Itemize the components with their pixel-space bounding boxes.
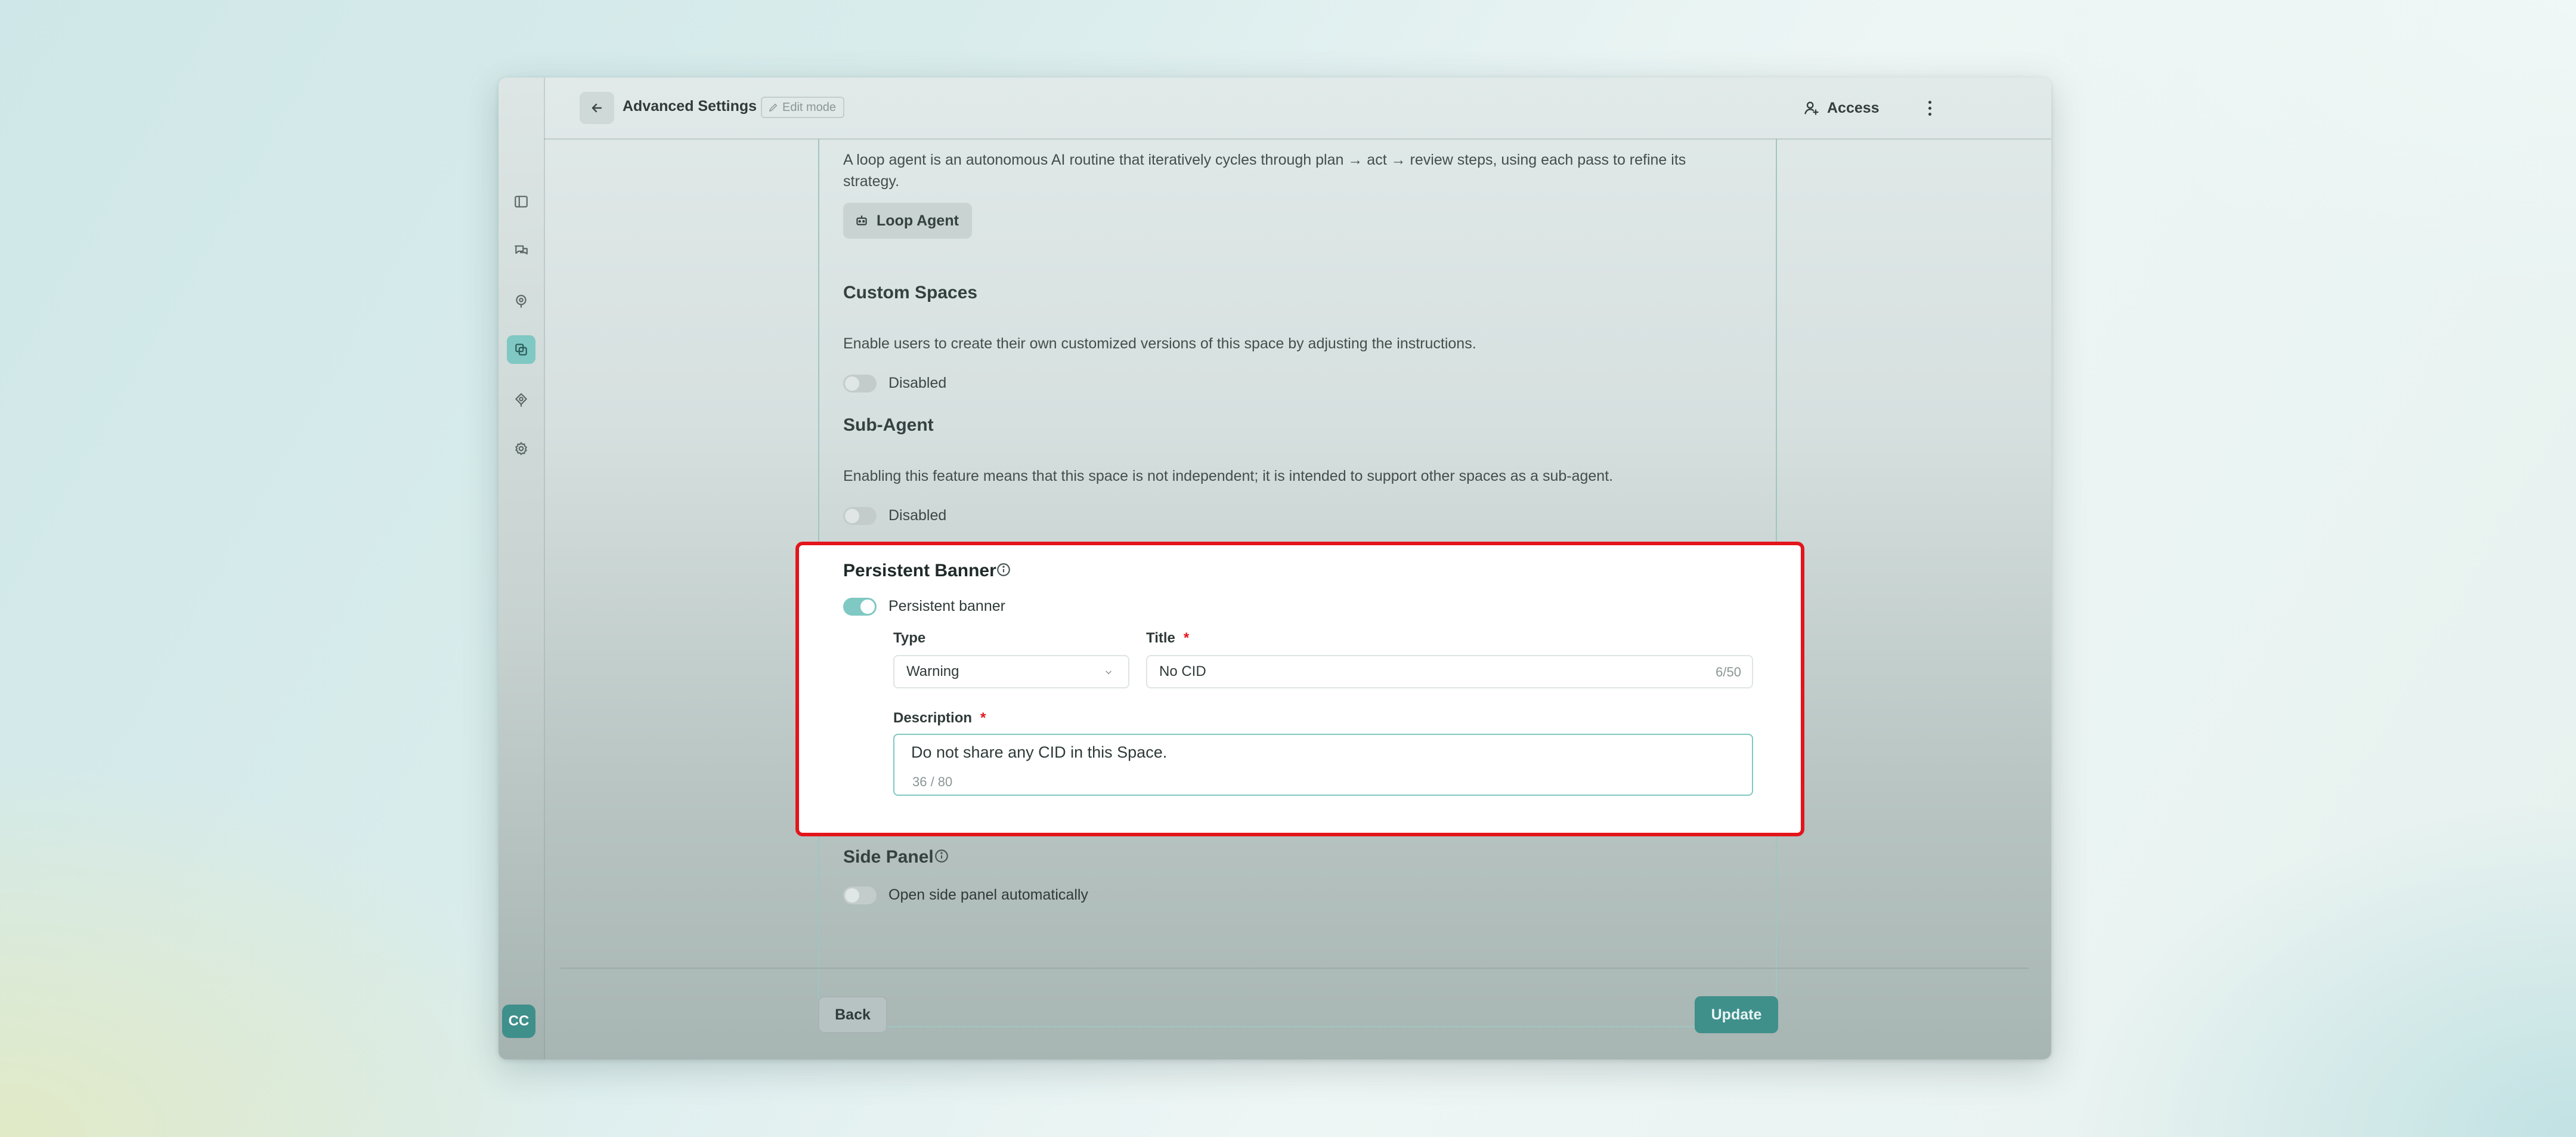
type-select[interactable]: Warning [893, 655, 1129, 688]
loop-agent-chip-label: Loop Agent [877, 212, 959, 229]
persistent-banner-toggle[interactable] [843, 598, 877, 616]
description-textarea-value: Do not share any CID in this Space. [911, 743, 1168, 761]
robot-icon [856, 215, 867, 225]
access-button[interactable]: Access [1803, 95, 1880, 121]
sub-agent-toggle-label: Disabled [888, 507, 947, 524]
sidebar-toggle-icon[interactable] [507, 187, 535, 216]
arrow-left-icon [592, 103, 602, 113]
page-header: Advanced Settings Edit mode Access [544, 78, 2051, 140]
info-icon[interactable] [996, 562, 1011, 577]
side-panel-toggle[interactable] [843, 886, 877, 904]
access-label: Access [1827, 99, 1880, 116]
description-char-counter: 36 / 80 [912, 774, 953, 789]
loop-agent-chip[interactable]: Loop Agent [843, 203, 972, 239]
description-label: Description * [893, 710, 986, 727]
custom-spaces-title: Custom Spaces [843, 283, 978, 302]
title-char-counter: 6/50 [1716, 665, 1741, 679]
side-panel-toggle-label: Open side panel automatically [888, 886, 1088, 903]
update-button[interactable]: Update [1695, 996, 1778, 1033]
user-access-icon [1804, 101, 1819, 115]
chat-icon[interactable] [507, 236, 535, 265]
description-textarea[interactable]: Do not share any CID in this Space. 36 /… [893, 734, 1753, 796]
custom-spaces-description: Enable users to create their own customi… [843, 335, 1476, 352]
settings-icon[interactable] [507, 434, 535, 463]
back-button[interactable]: Back [818, 996, 887, 1033]
sub-agent-title: Sub-Agent [843, 415, 934, 435]
persistent-banner-toggle-label: Persistent banner [888, 598, 1005, 614]
title-label: Title * [1146, 630, 1189, 647]
info-icon[interactable] [934, 848, 949, 864]
loop-agent-description: A loop agent is an autonomous AI routine… [843, 149, 1750, 192]
agents-icon[interactable] [507, 385, 535, 414]
more-options-icon[interactable] [1918, 94, 1942, 122]
back-arrow-button[interactable] [580, 92, 614, 124]
page-title: Advanced Settings [623, 98, 757, 115]
title-label-text: Title [1146, 630, 1175, 646]
required-mark: * [980, 710, 986, 726]
type-label: Type [893, 630, 926, 646]
chevron-down-icon [1105, 671, 1112, 675]
edit-mode-label: Edit mode [782, 100, 837, 114]
spaces-icon[interactable] [507, 286, 535, 315]
copy-spaces-icon[interactable] [507, 335, 535, 364]
side-panel-title: Side Panel [843, 847, 934, 867]
persistent-banner-title: Persistent Banner [843, 561, 996, 580]
title-input-value: No CID [1159, 663, 1206, 679]
avatar[interactable]: CC [502, 1005, 535, 1038]
type-select-value: Warning [906, 663, 959, 679]
loop-agent-description-line2: strategy. [843, 173, 900, 190]
custom-spaces-toggle[interactable] [843, 375, 877, 393]
footer-divider [561, 968, 2029, 969]
required-mark: * [1183, 630, 1190, 646]
sub-agent-toggle[interactable] [843, 507, 877, 525]
pencil-icon [769, 103, 778, 112]
title-input[interactable]: No CID 6/50 [1146, 655, 1753, 688]
left-rail: CC [499, 78, 545, 1059]
sub-agent-description: Enabling this feature means that this sp… [843, 468, 1614, 484]
edit-mode-badge: Edit mode [761, 97, 845, 118]
loop-agent-description-line1: A loop agent is an autonomous AI routine… [843, 152, 1686, 168]
custom-spaces-toggle-label: Disabled [888, 375, 947, 391]
description-label-text: Description [893, 710, 973, 726]
